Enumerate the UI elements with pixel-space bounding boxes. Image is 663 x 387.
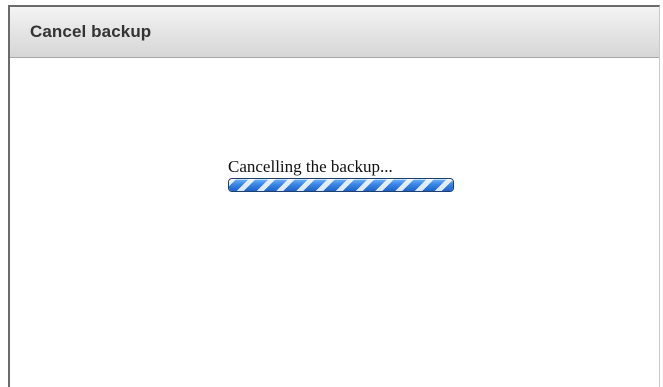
status-text: Cancelling the backup... (228, 157, 393, 176)
progress-bar (228, 178, 454, 192)
dialog-titlebar[interactable]: Cancel backup (10, 7, 659, 58)
dialog-content: Cancelling the backup... (10, 58, 659, 387)
dialog-title: Cancel backup (30, 22, 152, 41)
cancel-backup-dialog: Cancel backup Cancelling the backup... (8, 5, 660, 387)
progress-bar-fill (229, 179, 453, 191)
